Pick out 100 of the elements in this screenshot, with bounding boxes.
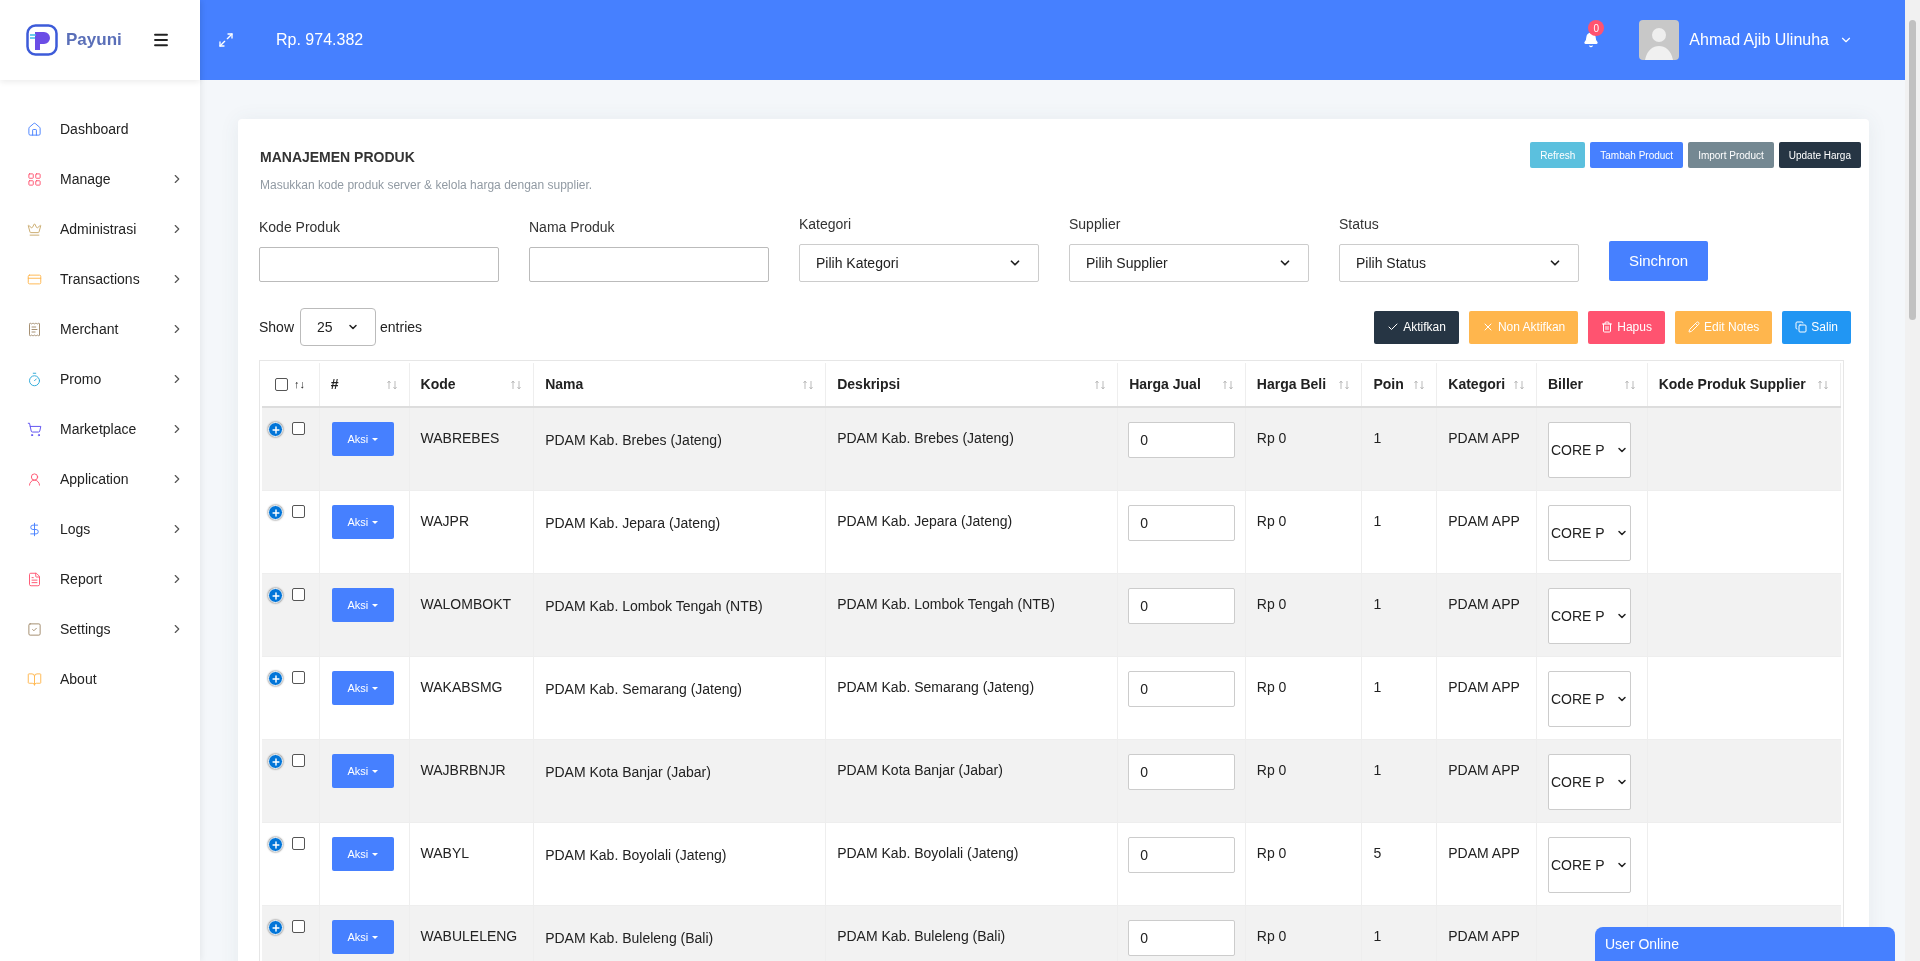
entries-select[interactable]: 25: [300, 308, 377, 346]
sidebar-item[interactable]: Application: [0, 454, 200, 504]
column-header[interactable]: Poin: [1362, 363, 1438, 406]
select-all-checkbox[interactable]: [275, 378, 288, 391]
cart-icon: [27, 421, 42, 437]
row-checkbox[interactable]: [292, 754, 305, 767]
input-field[interactable]: [529, 247, 769, 282]
row-checkbox[interactable]: [292, 671, 305, 684]
row-checkbox[interactable]: [292, 920, 305, 933]
table-cell: PDAM Kab. Brebes (Jateng): [837, 430, 1014, 446]
menu-icon[interactable]: [152, 31, 170, 49]
action-dropdown-button[interactable]: Aksi: [331, 505, 394, 539]
scrollbar[interactable]: [1905, 0, 1920, 961]
row-checkbox[interactable]: [292, 588, 305, 601]
row-checkbox[interactable]: [292, 422, 305, 435]
table-cell: PDAM Kab. Jepara (Jateng): [837, 513, 1013, 529]
table-cell: PDAM Kab. Brebes (Jateng): [545, 432, 722, 448]
user-online-widget[interactable]: User Online: [1595, 927, 1895, 961]
toolbar-button[interactable]: Update Harga: [1778, 142, 1861, 168]
table-cell: PDAM Kab. Jepara (Jateng): [545, 515, 721, 531]
toolbar-button[interactable]: Import Product: [1688, 142, 1774, 168]
grid-icon: [27, 171, 42, 187]
biller-select[interactable]: CORE P: [1548, 837, 1631, 893]
action-dropdown-button[interactable]: Aksi: [331, 671, 394, 705]
select-field[interactable]: Pilih Supplier: [1069, 244, 1309, 282]
expand-icon[interactable]: [268, 422, 283, 437]
bulk-action-button[interactable]: Aktifkan: [1374, 310, 1459, 344]
biller-select[interactable]: CORE P: [1548, 505, 1631, 561]
column-header[interactable]: Kode: [409, 363, 535, 406]
sidebar-item[interactable]: Promo: [0, 354, 200, 404]
caret-icon: [372, 852, 379, 856]
biller-select[interactable]: CORE P: [1548, 422, 1631, 478]
price-input[interactable]: 0: [1128, 754, 1235, 790]
table-cell: Rp 0: [1256, 596, 1287, 612]
column-header[interactable]: Harga Jual: [1118, 363, 1246, 406]
column-header[interactable]: Deskripsi: [826, 363, 1119, 406]
sidebar-item[interactable]: Settings: [0, 604, 200, 654]
price-input[interactable]: 0: [1128, 505, 1235, 541]
input-field[interactable]: [259, 247, 499, 282]
table-cell: PDAM Kab. Buleleng (Bali): [545, 930, 714, 946]
balance-text: Rp. 974.382: [276, 30, 364, 50]
sidebar-item[interactable]: About: [0, 654, 200, 704]
select-field[interactable]: Pilih Status: [1339, 244, 1579, 282]
biller-select[interactable]: CORE P: [1548, 588, 1631, 644]
action-dropdown-button[interactable]: Aksi: [331, 588, 394, 622]
table-cell: PDAM APP: [1448, 430, 1520, 446]
price-input[interactable]: 0: [1128, 920, 1235, 956]
table-cell: PDAM Kab. Semarang (Jateng): [837, 679, 1035, 695]
caret-icon: [372, 520, 379, 524]
action-dropdown-button[interactable]: Aksi: [331, 422, 394, 456]
toolbar-button[interactable]: Tambah Product: [1590, 142, 1684, 168]
column-header[interactable]: Kategori: [1437, 363, 1537, 406]
checklist-icon: [27, 621, 42, 637]
expand-icon[interactable]: [268, 837, 283, 852]
sidebar-item[interactable]: Administrasi: [0, 204, 200, 254]
expand-icon[interactable]: [268, 505, 283, 520]
entries-label: entries: [380, 317, 423, 337]
action-dropdown-button[interactable]: Aksi: [331, 837, 394, 871]
price-input[interactable]: 0: [1128, 588, 1235, 624]
sidebar-item[interactable]: Merchant: [0, 304, 200, 354]
expand-icon[interactable]: [268, 588, 283, 603]
row-checkbox[interactable]: [292, 505, 305, 518]
table-cell: 1: [1373, 513, 1382, 529]
field-label: Status: [1339, 215, 1380, 234]
action-dropdown-button[interactable]: Aksi: [331, 920, 394, 954]
column-header[interactable]: Kode Produk Supplier: [1647, 363, 1842, 406]
expand-icon[interactable]: [268, 920, 283, 935]
column-header[interactable]: Harga Beli: [1245, 363, 1363, 406]
show-label: Show: [259, 317, 295, 337]
price-input[interactable]: 0: [1128, 422, 1235, 458]
price-input[interactable]: 0: [1128, 671, 1235, 707]
biller-select[interactable]: CORE P: [1548, 671, 1631, 727]
timer-icon: [27, 371, 42, 387]
sidebar-item[interactable]: Marketplace: [0, 404, 200, 454]
sync-button[interactable]: Sinchron: [1609, 241, 1708, 281]
sidebar-item[interactable]: Report: [0, 554, 200, 604]
sidebar-item[interactable]: Manage: [0, 154, 200, 204]
biller-select[interactable]: CORE P: [1548, 754, 1631, 810]
notification-badge: 0: [1588, 20, 1605, 36]
user-name[interactable]: Ahmad Ajib Ulinuha: [1689, 28, 1829, 52]
brand-name: Payuni: [66, 29, 122, 52]
row-checkbox[interactable]: [292, 837, 305, 850]
bell-icon[interactable]: [1583, 32, 1600, 48]
expand-icon[interactable]: [268, 754, 283, 769]
column-header[interactable]: Nama: [534, 363, 827, 406]
column-header[interactable]: Biller: [1537, 363, 1648, 406]
table-cell: WABULELENG: [420, 928, 518, 944]
copy-icon: [1795, 321, 1808, 333]
select-field[interactable]: Pilih Kategori: [799, 244, 1039, 282]
avatar[interactable]: [1639, 20, 1680, 60]
sidebar-item[interactable]: Transactions: [0, 254, 200, 304]
sidebar-item[interactable]: Logs: [0, 504, 200, 554]
action-dropdown-button[interactable]: Aksi: [331, 754, 394, 788]
fullscreen-icon[interactable]: [218, 32, 234, 48]
price-input[interactable]: 0: [1128, 837, 1235, 873]
table-cell: 1: [1373, 762, 1382, 778]
sidebar-item[interactable]: Dashboard: [0, 104, 200, 154]
column-header[interactable]: #: [319, 363, 410, 406]
sort-arrow[interactable]: ↑↓: [294, 376, 305, 393]
expand-icon[interactable]: [268, 671, 283, 686]
